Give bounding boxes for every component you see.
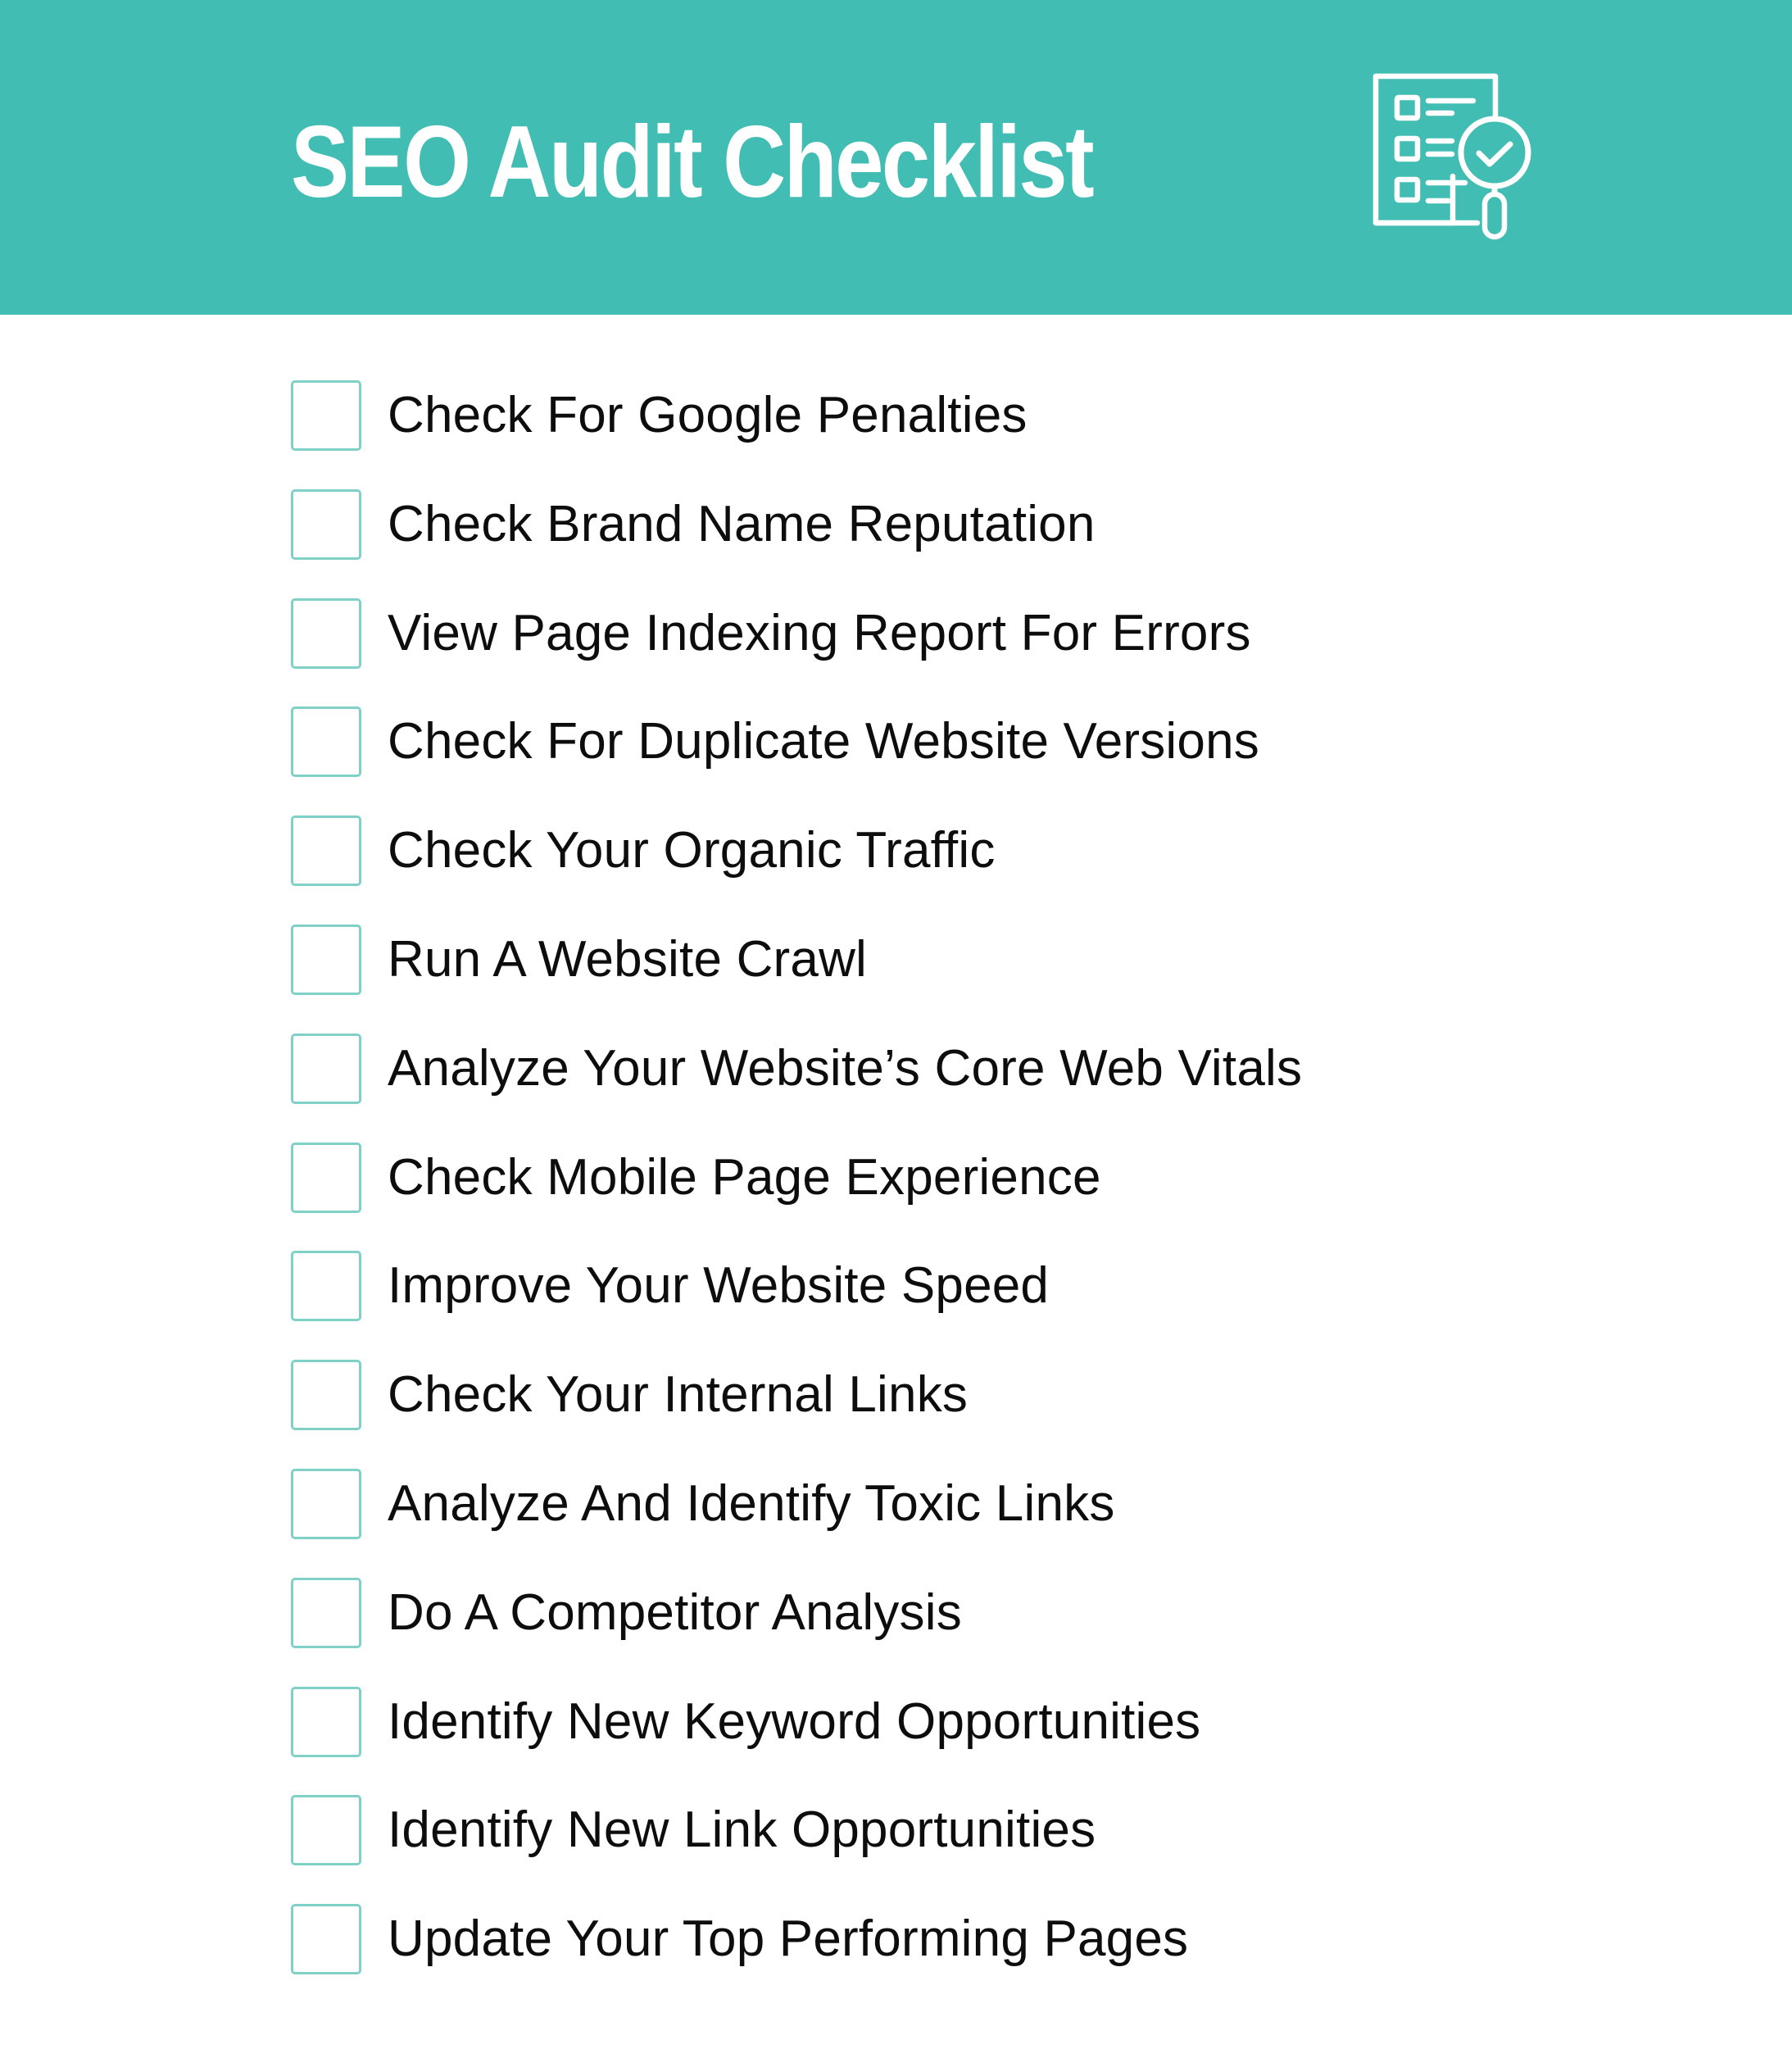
checkbox[interactable] xyxy=(291,1468,361,1539)
header-banner: SEO Audit Checklist xyxy=(0,0,1792,315)
checklist-item-label: Check Mobile Page Experience xyxy=(388,1148,1101,1206)
checkbox[interactable] xyxy=(291,380,361,451)
checklist-item-label: Analyze And Identify Toxic Links xyxy=(388,1474,1115,1532)
checklist-item-label: Check Brand Name Reputation xyxy=(388,495,1096,552)
checklist-magnifier-icon xyxy=(1372,73,1531,240)
checkbox[interactable] xyxy=(291,1360,361,1431)
icon-square-3 xyxy=(1394,176,1421,203)
checkbox[interactable] xyxy=(291,1795,361,1866)
checklist-item-label: Check For Google Penalties xyxy=(388,387,1028,443)
checklist-item-label: View Page Indexing Report For Errors xyxy=(388,604,1251,661)
checkbox[interactable] xyxy=(291,1577,361,1648)
icon-square-2 xyxy=(1394,135,1421,162)
checkbox[interactable] xyxy=(291,597,361,669)
checkbox[interactable] xyxy=(291,1686,361,1757)
checklist-item-label: Check Your Organic Traffic xyxy=(388,822,996,879)
checkbox[interactable] xyxy=(291,1142,361,1213)
checklist-item-label: Identify New Link Opportunities xyxy=(388,1801,1096,1859)
checkbox[interactable] xyxy=(291,706,361,778)
checklist-item-label: Update Your Top Performing Pages xyxy=(388,1910,1189,1968)
checklist-item-label: Improve Your Website Speed xyxy=(388,1257,1050,1315)
checklist-item-label: Identify New Keyword Opportunities xyxy=(388,1692,1201,1750)
magnifier-lens xyxy=(1458,116,1531,189)
checkbox[interactable] xyxy=(291,1251,361,1322)
checkbox[interactable] xyxy=(291,488,361,560)
checklist-item-label: Do A Competitor Analysis xyxy=(388,1583,962,1641)
checklist-item-label: Check For Duplicate Website Versions xyxy=(388,713,1259,770)
icon-square-1 xyxy=(1394,94,1421,121)
checklist-item-label: Analyze Your Website’s Core Web Vitals xyxy=(388,1039,1303,1097)
page-title: SEO Audit Checklist xyxy=(291,106,1095,219)
magnifier-handle xyxy=(1481,191,1508,240)
checkbox[interactable] xyxy=(291,924,361,995)
checkbox[interactable] xyxy=(291,816,361,887)
checklist-item-label: Run A Website Crawl xyxy=(388,930,868,988)
checkbox[interactable] xyxy=(291,1033,361,1104)
checkbox[interactable] xyxy=(291,1904,361,1975)
checklist-item-label: Check Your Internal Links xyxy=(388,1366,969,1424)
